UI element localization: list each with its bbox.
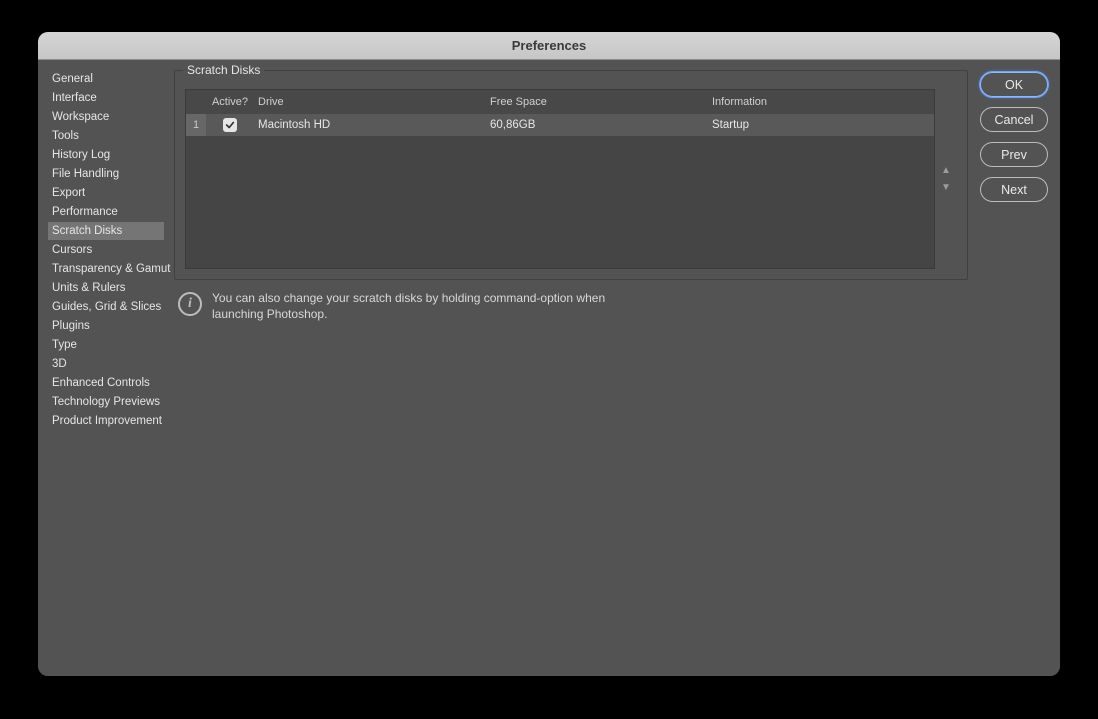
ok-button[interactable]: OK (980, 72, 1048, 97)
sidebar-item-tools[interactable]: Tools (48, 127, 164, 145)
sidebar-item-product-improvement[interactable]: Product Improvement (48, 412, 164, 430)
sidebar-item-units-rulers[interactable]: Units & Rulers (48, 279, 164, 297)
window-title: Preferences (512, 38, 586, 53)
group-title: Scratch Disks (183, 63, 264, 77)
sidebar-item-file-handling[interactable]: File Handling (48, 165, 164, 183)
col-drive: Drive (254, 96, 490, 108)
sidebar: GeneralInterfaceWorkspaceToolsHistory Lo… (38, 60, 164, 676)
row-index: 1 (186, 114, 206, 136)
move-down-button[interactable]: ▼ (941, 182, 951, 193)
hint-row: i You can also change your scratch disks… (174, 290, 968, 322)
next-button[interactable]: Next (980, 177, 1048, 202)
sidebar-item-cursors[interactable]: Cursors (48, 241, 164, 259)
row-free-space: 60,86GB (490, 114, 712, 136)
titlebar: Preferences (38, 32, 1060, 60)
sidebar-item-general[interactable]: General (48, 70, 164, 88)
sidebar-item-guides-grid-slices[interactable]: Guides, Grid & Slices (48, 298, 164, 316)
col-info: Information (712, 96, 934, 108)
col-free: Free Space (490, 96, 712, 108)
sidebar-item-scratch-disks[interactable]: Scratch Disks (48, 222, 164, 240)
hint-text: You can also change your scratch disks b… (212, 290, 652, 322)
dialog-buttons: OK Cancel Prev Next (980, 70, 1054, 666)
table-row[interactable]: 1 Macintosh HD60,86GBStartup (186, 114, 934, 136)
sidebar-item-enhanced-controls[interactable]: Enhanced Controls (48, 374, 164, 392)
sidebar-item-interface[interactable]: Interface (48, 89, 164, 107)
sidebar-item-performance[interactable]: Performance (48, 203, 164, 221)
preferences-window: Preferences GeneralInterfaceWorkspaceToo… (38, 32, 1060, 676)
col-active: Active? (206, 96, 254, 108)
prev-button[interactable]: Prev (980, 142, 1048, 167)
row-information: Startup (712, 114, 934, 136)
row-active-cell (206, 114, 254, 136)
sidebar-item-history-log[interactable]: History Log (48, 146, 164, 164)
cancel-button[interactable]: Cancel (980, 107, 1048, 132)
sidebar-item-export[interactable]: Export (48, 184, 164, 202)
info-icon: i (178, 292, 202, 316)
sidebar-item-technology-previews[interactable]: Technology Previews (48, 393, 164, 411)
sidebar-item-3d[interactable]: 3D (48, 355, 164, 373)
move-up-button[interactable]: ▲ (941, 165, 951, 176)
sidebar-item-workspace[interactable]: Workspace (48, 108, 164, 126)
sidebar-item-transparency-gamut[interactable]: Transparency & Gamut (48, 260, 164, 278)
row-drive: Macintosh HD (254, 114, 490, 136)
table-header: Active? Drive Free Space Information (186, 90, 934, 114)
scratch-disks-table: Active? Drive Free Space Information 1 Ma… (185, 89, 935, 269)
sidebar-item-plugins[interactable]: Plugins (48, 317, 164, 335)
reorder-arrows: ▲ ▼ (935, 89, 957, 269)
sidebar-item-type[interactable]: Type (48, 336, 164, 354)
scratch-disks-group: Scratch Disks Active? Drive Free Space I… (174, 70, 968, 280)
active-checkbox[interactable] (223, 118, 237, 132)
